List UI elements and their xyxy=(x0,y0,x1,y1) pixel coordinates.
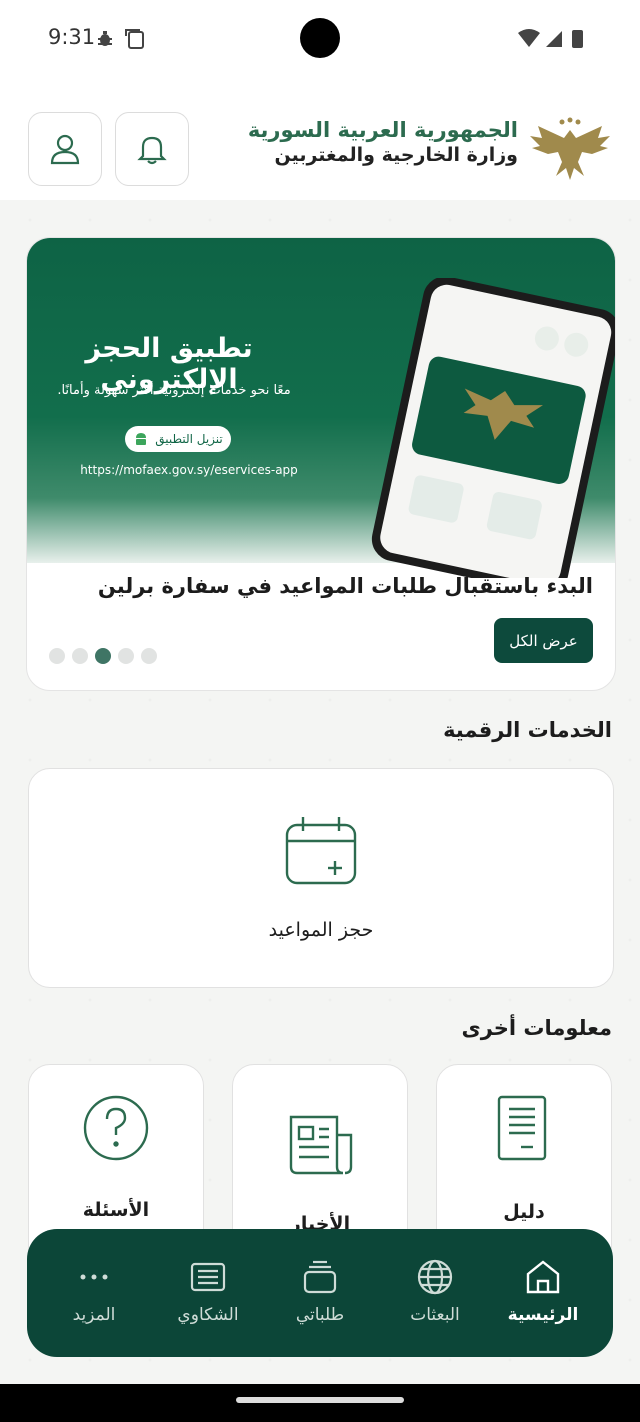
view-all-button[interactable]: عرض الكل xyxy=(494,618,593,663)
nav-complaints-label: الشكاوي xyxy=(177,1305,239,1325)
camera-cutout xyxy=(300,18,340,58)
ministry-title: وزارة الخارجية والمغتربين xyxy=(274,144,518,166)
bug-icon xyxy=(98,31,112,46)
nav-requests[interactable]: طلباتي xyxy=(270,1257,370,1325)
notifications-button[interactable] xyxy=(115,112,189,186)
nav-home-label: الرئيسية xyxy=(507,1305,579,1325)
wifi-icon xyxy=(518,29,540,47)
document-icon xyxy=(495,1093,553,1169)
screen-icon xyxy=(125,29,144,49)
carousel-dot[interactable] xyxy=(72,648,88,664)
phone-mockup-illustration xyxy=(357,276,615,594)
globe-icon xyxy=(385,1257,485,1297)
nav-missions[interactable]: البعثات xyxy=(385,1257,485,1325)
other-info-title: معلومات أخرى xyxy=(461,1016,612,1040)
carousel-dot[interactable] xyxy=(49,648,65,664)
list-icon xyxy=(158,1257,258,1297)
nav-more-label: المزيد xyxy=(72,1305,116,1325)
stack-icon xyxy=(270,1257,370,1297)
download-app-pill: تنزيل التطبيق xyxy=(125,426,231,452)
eagle-emblem-icon xyxy=(528,116,612,186)
carousel-dot-active[interactable] xyxy=(95,648,111,664)
banner-image: تطبيق الحجز الإلكتروني معًا نحو خدمات إل… xyxy=(27,238,615,594)
newspaper-icon xyxy=(287,1113,355,1181)
signal-icon xyxy=(546,31,562,47)
ministry-name: الجمهورية العربية السورية وزارة الخارجية… xyxy=(248,118,518,166)
download-label: تنزيل التطبيق xyxy=(155,432,223,446)
book-appointment-card[interactable]: حجز المواعيد xyxy=(28,768,614,988)
bell-icon xyxy=(137,136,167,165)
banner-subtitle: معًا نحو خدمات إلكترونية أكثر سهولة وأما… xyxy=(57,383,291,398)
carousel-dot[interactable] xyxy=(118,648,134,664)
battery-icon xyxy=(572,30,583,48)
banner-url: https://mofaex.gov.sy/eservices-app xyxy=(80,463,298,477)
news-headline: البدء باستقبال طلبات المواعيد في سفارة ب… xyxy=(97,574,593,598)
calendar-add-icon xyxy=(283,813,359,893)
more-icon xyxy=(44,1257,144,1297)
nav-home[interactable]: الرئيسية xyxy=(493,1257,593,1325)
nav-complaints[interactable]: الشكاوي xyxy=(158,1257,258,1325)
book-appointment-label: حجز المواعيد xyxy=(268,919,374,941)
nav-missions-label: البعثات xyxy=(410,1305,460,1325)
status-notification-icons xyxy=(96,28,148,54)
digital-services-title: الخدمات الرقمية xyxy=(443,718,612,742)
news-carousel-card[interactable]: تطبيق الحجز الإلكتروني معًا نحو خدمات إل… xyxy=(26,237,616,691)
android-icon xyxy=(136,433,147,445)
question-icon xyxy=(81,1093,151,1167)
country-name: الجمهورية العربية السورية xyxy=(247,118,518,142)
status-system-icons xyxy=(516,27,596,49)
carousel-dot[interactable] xyxy=(141,648,157,664)
home-indicator[interactable] xyxy=(236,1397,404,1403)
app-header: الجمهورية العربية السورية وزارة الخارجية… xyxy=(0,78,640,200)
status-bar: 9:31 xyxy=(0,0,640,78)
home-icon xyxy=(493,1257,593,1297)
profile-button[interactable] xyxy=(28,112,102,186)
system-navigation-bar xyxy=(0,1384,640,1422)
guide-label: دليل xyxy=(503,1201,545,1223)
status-time: 9:31 xyxy=(48,25,96,49)
bottom-navigation: الرئيسية البعثات طلباتي الشكاوي المزيد xyxy=(27,1229,613,1357)
nav-requests-label: طلباتي xyxy=(295,1305,345,1325)
faq-label: الأسئلة xyxy=(82,1199,150,1221)
nav-more[interactable]: المزيد xyxy=(44,1257,144,1325)
carousel-dots xyxy=(49,648,157,664)
user-icon xyxy=(50,134,80,165)
